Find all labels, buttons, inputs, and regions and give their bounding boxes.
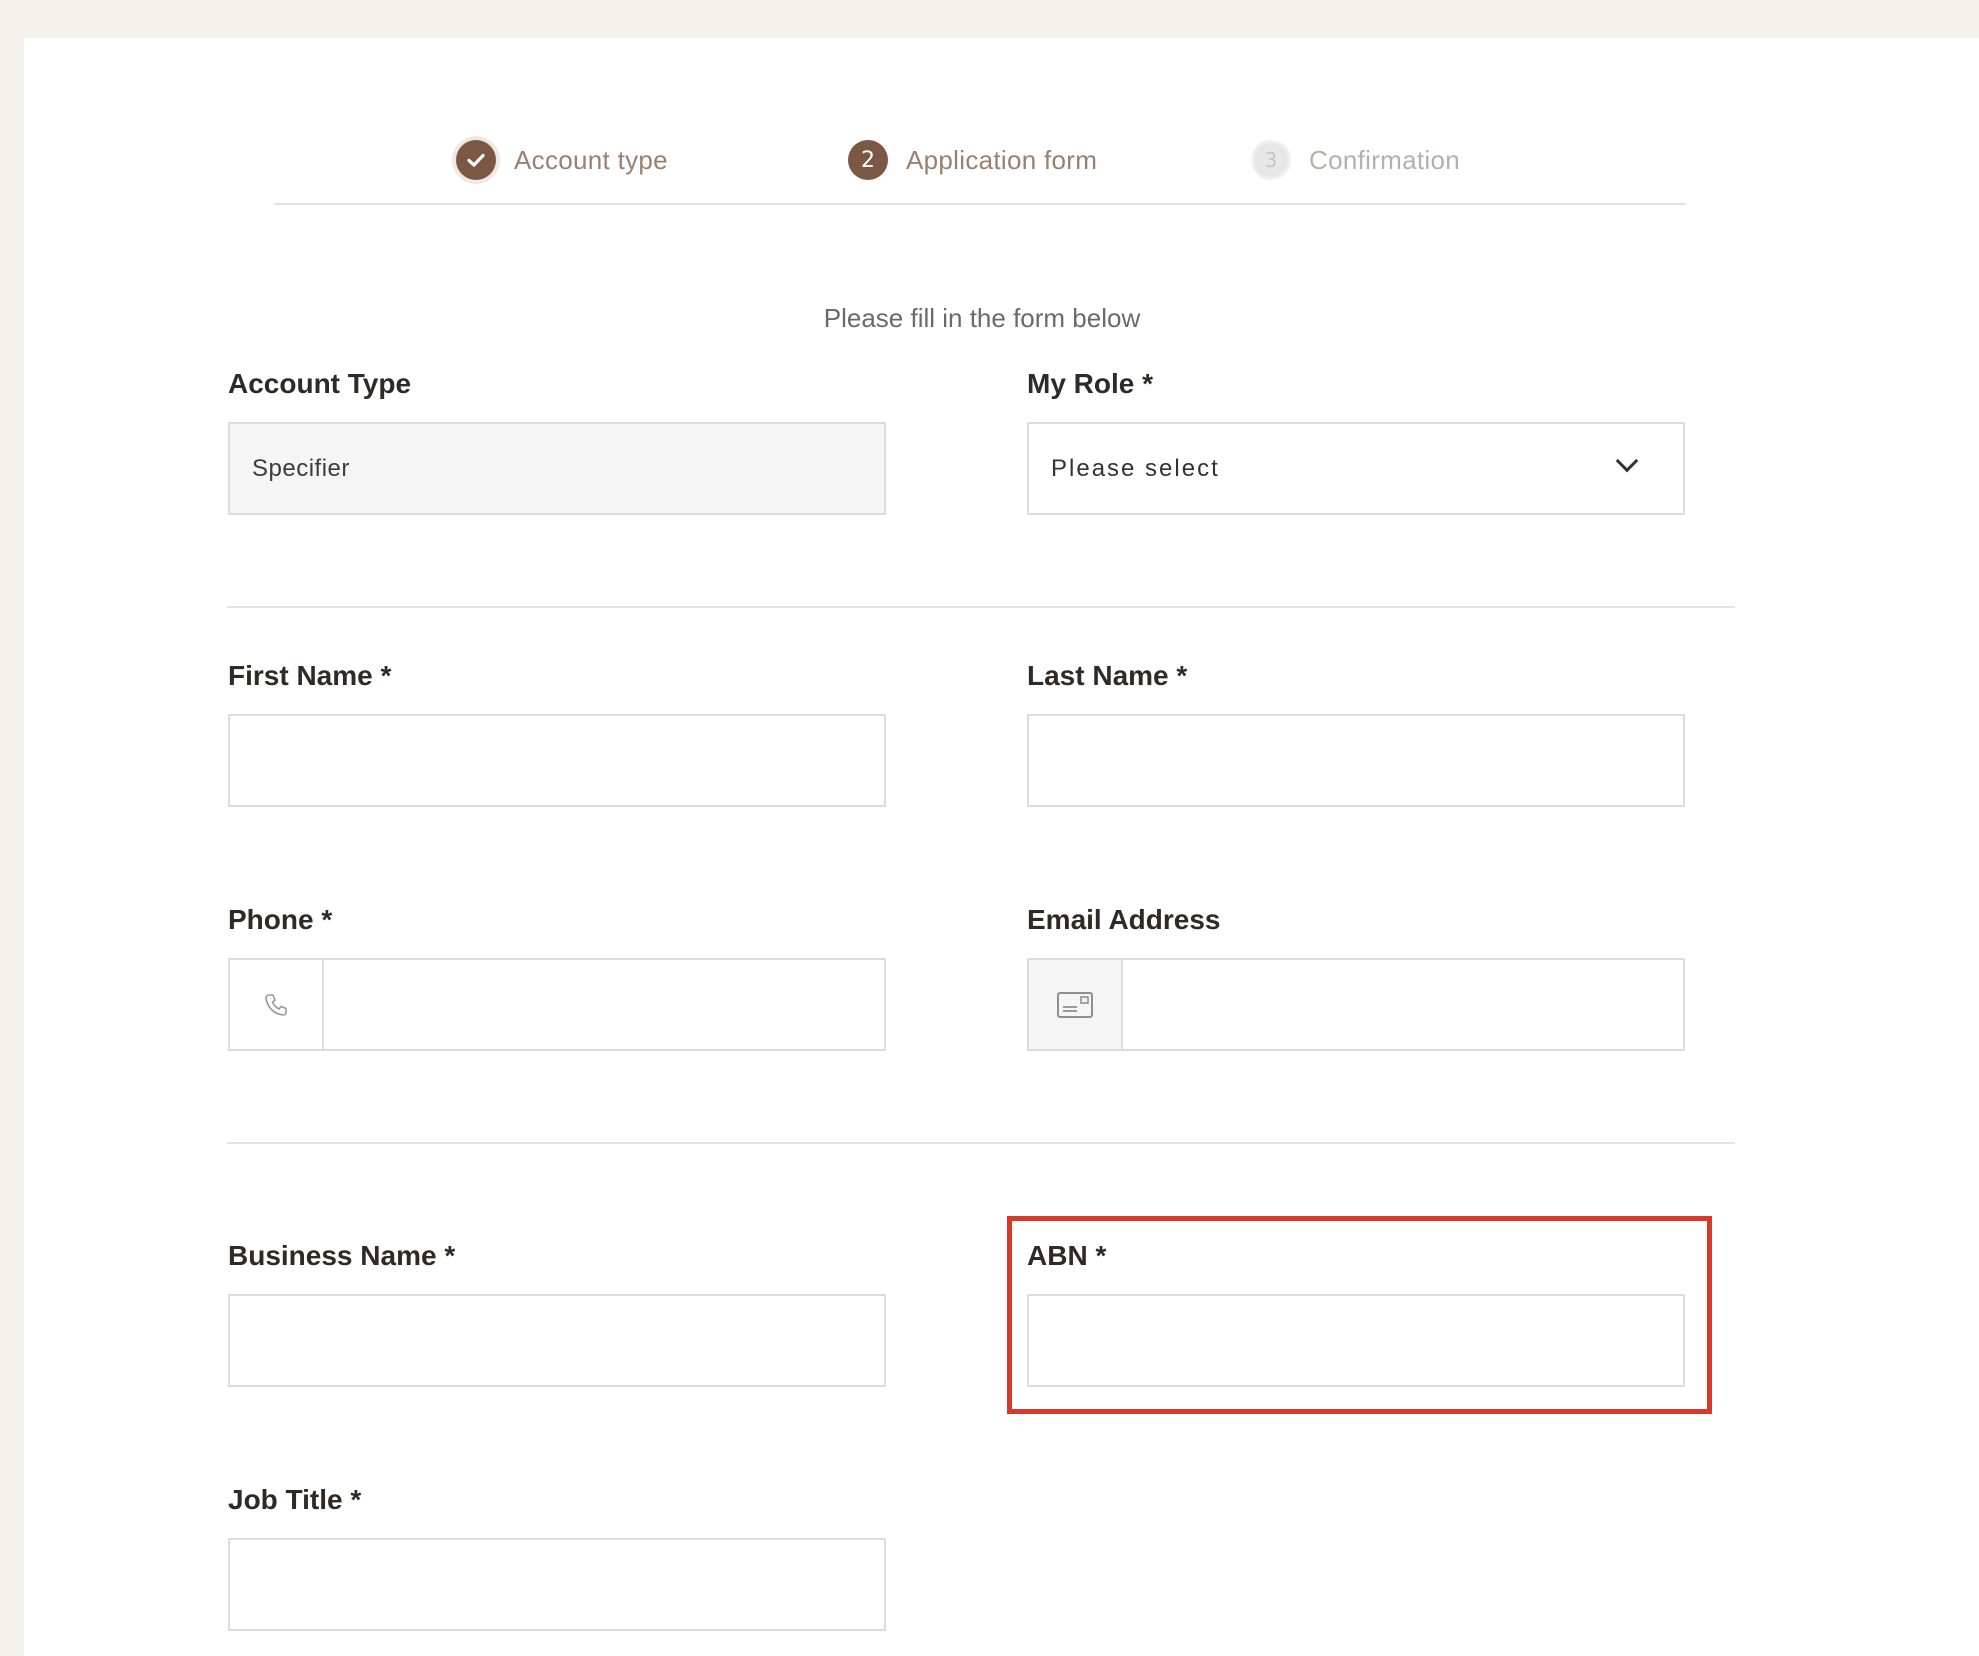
step-label: Application form — [906, 144, 1098, 175]
progress-stepper: Account type 2 Application form 3 Confir… — [24, 38, 1979, 238]
last-name-label: Last Name * — [1027, 660, 1188, 691]
last-name-input-box — [1027, 714, 1685, 807]
business-name-input[interactable] — [230, 1296, 884, 1385]
job-title-input-box — [228, 1538, 886, 1631]
email-card-icon — [1029, 960, 1123, 1049]
first-name-label: First Name * — [228, 660, 392, 691]
account-type-field: Account Type Specifier — [228, 366, 886, 515]
last-name-field: Last Name * — [1027, 658, 1685, 807]
account-type-value: Specifier — [228, 422, 886, 515]
last-name-input[interactable] — [1029, 716, 1683, 805]
email-field: Email Address — [1027, 902, 1685, 1051]
first-name-field: First Name * — [228, 658, 886, 807]
phone-icon — [230, 960, 324, 1049]
phone-input-box — [228, 958, 886, 1051]
step-account-type[interactable]: Account type — [456, 136, 668, 184]
phone-field: Phone * — [228, 902, 886, 1051]
form-instructions: Please fill in the form below — [823, 303, 1141, 333]
step-label: Account type — [514, 144, 668, 175]
job-title-field: Job Title * — [228, 1482, 886, 1631]
job-title-input[interactable] — [230, 1540, 884, 1629]
business-name-label: Business Name * — [228, 1240, 456, 1271]
account-type-label: Account Type — [228, 368, 412, 399]
divider — [274, 203, 1686, 205]
email-input[interactable] — [1123, 960, 1683, 1049]
phone-label: Phone * — [228, 904, 333, 935]
chevron-down-icon — [1615, 449, 1639, 473]
my-role-label: My Role * — [1027, 368, 1154, 399]
first-name-input[interactable] — [230, 716, 884, 805]
step-application-form[interactable]: 2 Application form — [848, 136, 1097, 184]
my-role-field: My Role * Please select — [1027, 366, 1685, 515]
check-icon — [456, 140, 496, 180]
step-number-icon: 3 — [1251, 140, 1291, 180]
business-name-field: Business Name * — [228, 1238, 886, 1387]
step-confirmation[interactable]: 3 Confirmation — [1251, 136, 1460, 184]
my-role-select[interactable]: Please select — [1027, 422, 1685, 515]
my-role-selected-value: Please select — [1051, 454, 1220, 482]
form-panel: Account type 2 Application form 3 Confir… — [24, 38, 1979, 1656]
phone-input[interactable] — [324, 960, 884, 1049]
step-label: Confirmation — [1309, 144, 1460, 175]
business-name-input-box — [228, 1294, 886, 1387]
step-number-icon: 2 — [848, 140, 888, 180]
email-input-box — [1027, 958, 1685, 1051]
section-divider — [227, 1142, 1735, 1144]
section-divider — [227, 606, 1735, 608]
abn-highlight-box — [1007, 1216, 1712, 1414]
first-name-input-box — [228, 714, 886, 807]
email-label: Email Address — [1027, 904, 1221, 935]
job-title-label: Job Title * — [228, 1484, 362, 1515]
